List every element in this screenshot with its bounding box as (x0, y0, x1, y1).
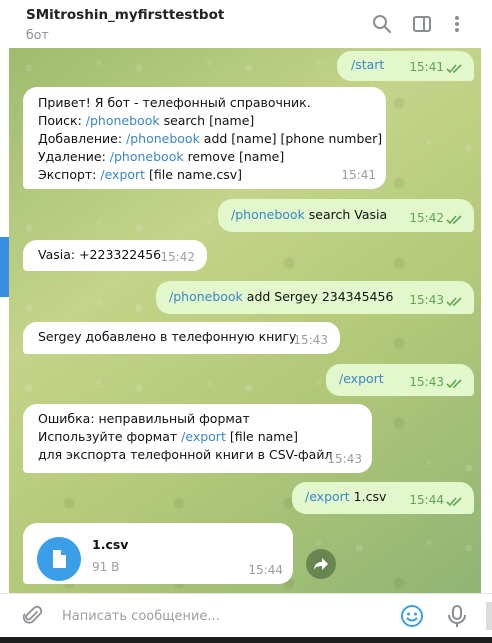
chat-area: /start 15:41 Привет! Я бот - телефонный … (9, 48, 481, 593)
incoming-message[interactable]: Ошибка: неправильный формат Используйте … (23, 404, 372, 473)
command-link[interactable]: /phonebook (169, 289, 243, 304)
outgoing-message[interactable]: /start 15:41 (337, 51, 474, 81)
right-edge (481, 48, 492, 593)
message-line: Поиск: /phonebook search [name] (38, 113, 255, 128)
message-line: Добавление: /phonebook add [name] [phone… (38, 131, 383, 146)
command-link[interactable]: /export (305, 489, 350, 504)
message-time: 15:42 (409, 211, 444, 225)
read-checks-icon (446, 379, 462, 389)
microphone-icon[interactable] (446, 604, 468, 628)
share-icon[interactable] (306, 549, 336, 579)
message-time: 15:43 (409, 293, 444, 307)
message-composer: Написать сообщение... (0, 593, 492, 637)
message-input[interactable]: Написать сообщение... (62, 609, 220, 624)
message-time: 15:44 (248, 563, 283, 577)
more-vertical-icon[interactable] (446, 13, 468, 35)
command-link[interactable]: /export (339, 370, 384, 388)
command-link[interactable]: /export (100, 167, 145, 182)
message-text: Vasia: +223322456 (38, 247, 162, 262)
incoming-message[interactable]: Vasia: +223322456 15:42 (23, 240, 207, 271)
message-line: Используйте формат /export [file name] (38, 429, 299, 444)
command-link[interactable]: /start (351, 56, 384, 74)
message-time: 15:44 (409, 493, 444, 507)
scrollbar[interactable] (486, 602, 492, 630)
read-checks-icon (446, 297, 462, 307)
outgoing-message[interactable]: /export 1.csv 15:44 (292, 482, 474, 514)
paperclip-icon[interactable] (22, 605, 44, 627)
search-icon[interactable] (371, 13, 393, 35)
chat-header: SMitroshin_myfirsttestbot бот (0, 0, 492, 48)
message-line: для экспорта телефонной книги в CSV-файл (38, 447, 333, 462)
incoming-message[interactable]: Sergey добавлено в телефонную книгу 15:4… (23, 322, 340, 354)
outgoing-message[interactable]: /phonebook search Vasia 15:42 (218, 199, 474, 232)
read-checks-icon (446, 497, 462, 507)
file-size: 91 B (92, 560, 120, 574)
message-line: Удаление: /phonebook remove [name] (38, 149, 285, 164)
message-line: Ошибка: неправильный формат (38, 411, 250, 426)
message-text: Sergey добавлено в телефонную книгу (38, 329, 297, 344)
read-checks-icon (446, 64, 462, 74)
outgoing-message[interactable]: /phonebook add Sergey 234345456 15:43 (156, 281, 474, 314)
command-link[interactable]: /phonebook (231, 207, 305, 222)
file-icon[interactable] (37, 537, 81, 581)
bottom-bar (0, 637, 492, 643)
message-time: 15:41 (341, 168, 376, 182)
message-time: 15:41 (409, 60, 444, 74)
chat-title[interactable]: SMitroshin_myfirsttestbot (26, 7, 224, 23)
message-time: 15:43 (409, 375, 444, 389)
command-link[interactable]: /phonebook (86, 113, 160, 128)
emoji-icon[interactable] (400, 604, 424, 628)
chat-subtitle: бот (26, 27, 49, 42)
message-time: 15:43 (327, 452, 362, 466)
message-line: Экспорт: /export [file name.csv] (38, 167, 243, 182)
read-checks-icon (446, 215, 462, 225)
file-name[interactable]: 1.csv (92, 536, 128, 554)
command-link[interactable]: /phonebook (110, 149, 184, 164)
incoming-message[interactable]: Привет! Я бот - телефонный справочник. П… (23, 87, 386, 189)
command-link[interactable]: /export (181, 429, 226, 444)
outgoing-message[interactable]: /export 15:43 (326, 364, 474, 396)
message-line: Привет! Я бот - телефонный справочник. (38, 95, 311, 110)
sidebar-edge (0, 237, 9, 297)
message-time: 15:42 (160, 250, 195, 264)
sidebar-toggle-icon[interactable] (411, 13, 433, 35)
file-message[interactable]: 1.csv 91 B 15:44 (23, 523, 293, 584)
command-link[interactable]: /phonebook (126, 131, 200, 146)
message-time: 15:43 (293, 333, 328, 347)
